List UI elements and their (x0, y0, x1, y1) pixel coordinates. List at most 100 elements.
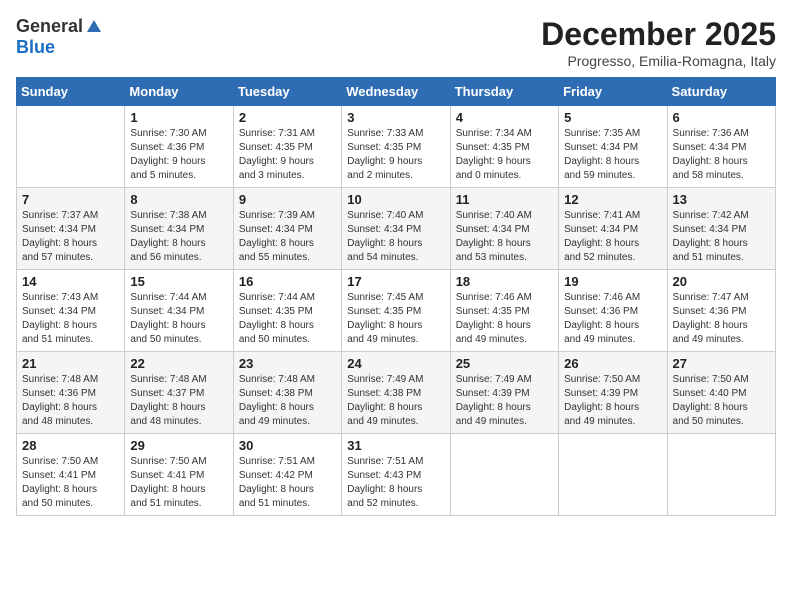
calendar-cell: 9 Sunrise: 7:39 AMSunset: 4:34 PMDaylight… (233, 188, 341, 270)
calendar-cell: 17 Sunrise: 7:45 AMSunset: 4:35 PMDayligh… (342, 270, 450, 352)
logo-general: General (16, 16, 83, 37)
calendar-cell: 10Sunrise: 7:40 AMSunset: 4:34 PMDayligh… (342, 188, 450, 270)
calendar-cell: 3Sunrise: 7:33 AMSunset: 4:35 PMDaylight… (342, 106, 450, 188)
day-number: 20 (673, 274, 770, 289)
day-info: Sunrise: 7:48 AMSunset: 4:37 PMDaylight:… (130, 373, 227, 429)
weekday-header-row: SundayMondayTuesdayWednesdayThursdayFrid… (17, 78, 776, 106)
day-info: Sunrise: 7:48 AMSunset: 4:36 PMDaylight:… (22, 373, 119, 429)
calendar: SundayMondayTuesdayWednesdayThursdayFrid… (16, 77, 776, 516)
calendar-cell: 16 Sunrise: 7:44 AMSunset: 4:35 PMDayligh… (233, 270, 341, 352)
calendar-week-2: 7Sunrise: 7:37 AMSunset: 4:34 PMDaylight… (17, 188, 776, 270)
calendar-cell (17, 106, 125, 188)
day-info: Sunrise: 7:44 AMSunset: 4:35 PMDaylight:… (239, 291, 336, 347)
calendar-cell: 20 Sunrise: 7:47 AMSunset: 4:36 PMDayligh… (667, 270, 775, 352)
calendar-cell: 11 Sunrise: 7:40 AMSunset: 4:34 PMDayligh… (450, 188, 558, 270)
day-info: Sunrise: 7:50 AMSunset: 4:41 PMDaylight:… (130, 455, 227, 511)
calendar-cell: 8Sunrise: 7:38 AMSunset: 4:34 PMDaylight… (125, 188, 233, 270)
calendar-cell: 25Sunrise: 7:49 AMSunset: 4:39 PMDayligh… (450, 352, 558, 434)
day-number: 7 (22, 192, 119, 207)
calendar-week-3: 14Sunrise: 7:43 AMSunset: 4:34 PMDayligh… (17, 270, 776, 352)
day-info: Sunrise: 7:50 AMSunset: 4:40 PMDaylight:… (673, 373, 770, 429)
calendar-cell: 27 Sunrise: 7:50 AMSunset: 4:40 PMDayligh… (667, 352, 775, 434)
weekday-header-thursday: Thursday (450, 78, 558, 106)
calendar-cell: 22 Sunrise: 7:48 AMSunset: 4:37 PMDayligh… (125, 352, 233, 434)
day-number: 26 (564, 356, 661, 371)
calendar-cell: 4 Sunrise: 7:34 AMSunset: 4:35 PMDaylight… (450, 106, 558, 188)
day-number: 31 (347, 438, 444, 453)
day-info: Sunrise: 7:51 AMSunset: 4:43 PMDaylight:… (347, 455, 444, 511)
day-info: Sunrise: 7:41 AMSunset: 4:34 PMDaylight:… (564, 209, 661, 265)
day-number: 28 (22, 438, 119, 453)
calendar-cell (667, 434, 775, 516)
day-number: 16 (239, 274, 336, 289)
day-info: Sunrise: 7:46 AMSunset: 4:36 PMDaylight:… (564, 291, 661, 347)
day-info: Sunrise: 7:35 AMSunset: 4:34 PMDaylight:… (564, 127, 661, 183)
calendar-cell: 1 Sunrise: 7:30 AMSunset: 4:36 PMDaylight… (125, 106, 233, 188)
day-info: Sunrise: 7:38 AMSunset: 4:34 PMDaylight:… (130, 209, 227, 265)
calendar-cell (450, 434, 558, 516)
day-number: 29 (130, 438, 227, 453)
day-info: Sunrise: 7:34 AMSunset: 4:35 PMDaylight:… (456, 127, 553, 183)
day-number: 27 (673, 356, 770, 371)
day-number: 22 (130, 356, 227, 371)
title-area: December 2025 Progresso, Emilia-Romagna,… (541, 16, 776, 69)
weekday-header-monday: Monday (125, 78, 233, 106)
day-info: Sunrise: 7:47 AMSunset: 4:36 PMDaylight:… (673, 291, 770, 347)
logo-icon (85, 18, 103, 36)
day-number: 12 (564, 192, 661, 207)
day-info: Sunrise: 7:42 AMSunset: 4:34 PMDaylight:… (673, 209, 770, 265)
day-number: 4 (456, 110, 553, 125)
day-number: 6 (673, 110, 770, 125)
day-number: 11 (456, 192, 553, 207)
day-number: 15 (130, 274, 227, 289)
day-info: Sunrise: 7:33 AMSunset: 4:35 PMDaylight:… (347, 127, 444, 183)
calendar-week-5: 28 Sunrise: 7:50 AMSunset: 4:41 PMDayligh… (17, 434, 776, 516)
day-info: Sunrise: 7:50 AMSunset: 4:39 PMDaylight:… (564, 373, 661, 429)
day-info: Sunrise: 7:43 AMSunset: 4:34 PMDaylight:… (22, 291, 119, 347)
day-number: 19 (564, 274, 661, 289)
day-number: 21 (22, 356, 119, 371)
calendar-cell: 6 Sunrise: 7:36 AMSunset: 4:34 PMDaylight… (667, 106, 775, 188)
day-info: Sunrise: 7:50 AMSunset: 4:41 PMDaylight:… (22, 455, 119, 511)
calendar-week-1: 1 Sunrise: 7:30 AMSunset: 4:36 PMDaylight… (17, 106, 776, 188)
day-number: 17 (347, 274, 444, 289)
weekday-header-saturday: Saturday (667, 78, 775, 106)
day-number: 25 (456, 356, 553, 371)
calendar-cell: 24 Sunrise: 7:49 AMSunset: 4:38 PMDayligh… (342, 352, 450, 434)
day-info: Sunrise: 7:48 AMSunset: 4:38 PMDaylight:… (239, 373, 336, 429)
logo: General Blue (16, 16, 103, 58)
day-number: 5 (564, 110, 661, 125)
weekday-header-friday: Friday (559, 78, 667, 106)
calendar-cell: 21 Sunrise: 7:48 AMSunset: 4:36 PMDayligh… (17, 352, 125, 434)
day-number: 24 (347, 356, 444, 371)
day-info: Sunrise: 7:46 AMSunset: 4:35 PMDaylight:… (456, 291, 553, 347)
calendar-cell: 18 Sunrise: 7:46 AMSunset: 4:35 PMDayligh… (450, 270, 558, 352)
day-number: 23 (239, 356, 336, 371)
day-number: 18 (456, 274, 553, 289)
day-info: Sunrise: 7:49 AMSunset: 4:38 PMDaylight:… (347, 373, 444, 429)
day-number: 9 (239, 192, 336, 207)
day-info: Sunrise: 7:31 AMSunset: 4:35 PMDaylight:… (239, 127, 336, 183)
day-info: Sunrise: 7:40 AMSunset: 4:34 PMDaylight:… (456, 209, 553, 265)
calendar-cell: 30Sunrise: 7:51 AMSunset: 4:42 PMDayligh… (233, 434, 341, 516)
month-title: December 2025 (541, 16, 776, 53)
calendar-cell: 31 Sunrise: 7:51 AMSunset: 4:43 PMDayligh… (342, 434, 450, 516)
day-info: Sunrise: 7:44 AMSunset: 4:34 PMDaylight:… (130, 291, 227, 347)
day-info: Sunrise: 7:30 AMSunset: 4:36 PMDaylight:… (130, 127, 227, 183)
calendar-cell (559, 434, 667, 516)
calendar-cell: 23 Sunrise: 7:48 AMSunset: 4:38 PMDayligh… (233, 352, 341, 434)
day-info: Sunrise: 7:45 AMSunset: 4:35 PMDaylight:… (347, 291, 444, 347)
calendar-cell: 14Sunrise: 7:43 AMSunset: 4:34 PMDayligh… (17, 270, 125, 352)
calendar-cell: 7Sunrise: 7:37 AMSunset: 4:34 PMDaylight… (17, 188, 125, 270)
subtitle: Progresso, Emilia-Romagna, Italy (541, 53, 776, 69)
weekday-header-tuesday: Tuesday (233, 78, 341, 106)
calendar-cell: 5 Sunrise: 7:35 AMSunset: 4:34 PMDaylight… (559, 106, 667, 188)
day-info: Sunrise: 7:39 AMSunset: 4:34 PMDaylight:… (239, 209, 336, 265)
calendar-cell: 12 Sunrise: 7:41 AMSunset: 4:34 PMDayligh… (559, 188, 667, 270)
logo-blue: Blue (16, 37, 55, 58)
day-number: 2 (239, 110, 336, 125)
day-info: Sunrise: 7:36 AMSunset: 4:34 PMDaylight:… (673, 127, 770, 183)
day-number: 1 (130, 110, 227, 125)
header: General Blue December 2025 Progresso, Em… (16, 16, 776, 69)
day-number: 13 (673, 192, 770, 207)
